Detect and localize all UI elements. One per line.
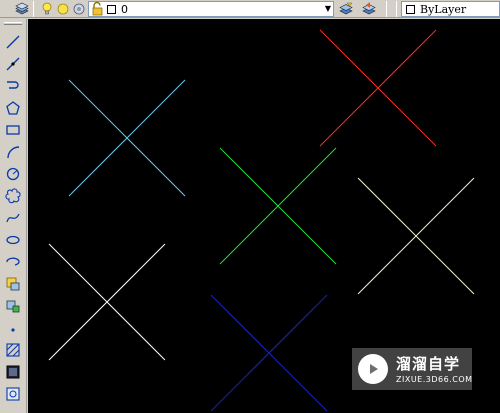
layer-manager-icon[interactable] [14, 1, 30, 17]
toolbar-separator [33, 1, 34, 17]
toolbar-separator [386, 1, 387, 17]
revision-cloud-icon[interactable] [4, 187, 22, 205]
insert-block-icon[interactable] [4, 275, 22, 293]
circle-icon[interactable] [4, 165, 22, 183]
cross-white[interactable] [48, 243, 166, 361]
ellipse-icon[interactable] [4, 231, 22, 249]
lightbulb-on-icon[interactable] [39, 1, 55, 17]
ellipse-arc-icon[interactable] [4, 253, 22, 271]
arc-icon[interactable] [4, 143, 22, 161]
sun-freeze-icon[interactable] [55, 1, 71, 17]
cross-blue[interactable] [210, 294, 328, 412]
padlock-unlock-icon[interactable] [90, 1, 106, 17]
gradient-icon[interactable] [4, 363, 22, 381]
layer-dropdown[interactable]: 0 ▼ [88, 1, 334, 17]
cross-cyan[interactable] [68, 79, 186, 197]
layer-toolbar: 0 ▼ ByLayer [0, 0, 500, 18]
rectangle-icon[interactable] [4, 121, 22, 139]
play-logo-icon [358, 354, 388, 384]
color-control-value: ByLayer [420, 3, 467, 16]
layer-previous-icon[interactable] [361, 1, 377, 17]
cross-red[interactable] [319, 29, 437, 147]
watermark-subtitle: ZIXUE.3D66.COM [396, 375, 473, 384]
layer-name-value: 0 [121, 3, 128, 16]
construction-line-icon[interactable] [4, 55, 22, 73]
make-object-layer-current-icon[interactable] [338, 1, 354, 17]
polygon-icon[interactable] [4, 99, 22, 117]
watermark: 溜溜自学 ZIXUE.3D66.COM [352, 348, 472, 390]
viewport-freeze-icon[interactable] [71, 1, 87, 17]
chevron-down-icon[interactable]: ▼ [325, 4, 331, 13]
draw-toolbar [0, 19, 27, 413]
hatch-icon[interactable] [4, 341, 22, 359]
toolbar-separator [396, 1, 397, 17]
cross-yellow-white[interactable] [357, 177, 475, 295]
point-icon[interactable] [4, 319, 22, 337]
toolbar-grip[interactable] [4, 22, 22, 25]
polyline-icon[interactable] [4, 77, 22, 95]
make-block-icon[interactable] [4, 297, 22, 315]
color-control-dropdown[interactable]: ByLayer [401, 1, 500, 17]
spline-icon[interactable] [4, 209, 22, 227]
color-swatch-icon [406, 5, 415, 14]
line-icon[interactable] [4, 33, 22, 51]
color-swatch-icon [107, 5, 116, 14]
cross-green[interactable] [219, 147, 337, 265]
region-icon[interactable] [4, 385, 22, 403]
watermark-title: 溜溜自学 [396, 355, 461, 373]
